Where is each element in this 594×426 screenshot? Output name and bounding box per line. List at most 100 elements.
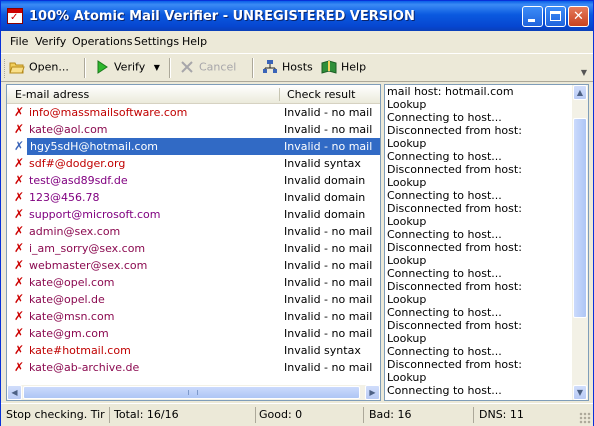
status-message: Stop checking. Tir xyxy=(3,407,110,423)
status-bar: Stop checking. Tir Total: 16/16 Good: 0 … xyxy=(1,403,593,426)
status-bad: Bad: 16 xyxy=(366,407,474,423)
horizontal-scrollbar[interactable]: ◀ ▶ xyxy=(7,385,380,400)
table-row[interactable]: ✗ kate@msn.com Invalid - no mail xyxy=(7,308,380,325)
result-cell: Invalid - no mail xyxy=(284,310,373,323)
status-total: Total: 16/16 xyxy=(111,407,256,423)
invalid-x-icon: ✗ xyxy=(14,156,25,170)
result-cell: Invalid - no mail xyxy=(284,140,373,153)
log-line: Connecting to host... xyxy=(387,267,502,280)
log-line: Lookup xyxy=(387,176,427,189)
hosts-label: Hosts xyxy=(282,60,313,74)
email-cell: kate@opel.com xyxy=(29,276,115,289)
column-email[interactable]: E-mail adress xyxy=(15,88,89,101)
table-row[interactable]: ✗ i_am_sorry@sex.com Invalid - no mail xyxy=(7,240,380,257)
log-line: Lookup xyxy=(387,293,427,306)
email-cell: test@asd89sdf.de xyxy=(29,174,128,187)
email-cell: kate#hotmail.com xyxy=(29,344,131,357)
invalid-x-icon: ✗ xyxy=(14,258,25,272)
log-line: Connecting to host... xyxy=(387,384,502,397)
table-row[interactable]: ✗ info@massmailsoftware.com Invalid - no m… xyxy=(7,104,380,121)
open-button[interactable]: Open... xyxy=(9,59,69,77)
close-button[interactable]: ✕ xyxy=(568,6,589,27)
vertical-scroll-thumb[interactable] xyxy=(573,118,587,318)
table-row[interactable]: ✗ support@microsoft.com Invalid domain xyxy=(7,206,380,223)
result-cell: Invalid syntax xyxy=(284,344,361,357)
table-row[interactable]: ✗ kate#hotmail.com Invalid syntax xyxy=(7,342,380,359)
result-cell: Invalid - no mail xyxy=(284,276,373,289)
menu-help[interactable]: Help xyxy=(182,35,207,48)
maximize-button[interactable] xyxy=(545,6,566,27)
network-hosts-icon xyxy=(262,59,278,75)
table-row[interactable]: ✗ test@asd89sdf.de Invalid domain xyxy=(7,172,380,189)
log-line: Disconnected from host: xyxy=(387,358,522,371)
log-line: Connecting to host... xyxy=(387,150,502,163)
open-label: Open... xyxy=(29,60,69,74)
app-icon[interactable]: ✓ xyxy=(7,8,23,24)
table-row[interactable]: ✗ webmaster@sex.com Invalid - no mail xyxy=(7,257,380,274)
result-cell: Invalid domain xyxy=(284,174,366,187)
log-lines: mail host: hotmail.com Lookup Connecting… xyxy=(387,85,572,397)
horizontal-scroll-thumb[interactable] xyxy=(23,386,360,399)
log-line: Connecting to host... xyxy=(387,306,502,319)
log-line: Connecting to host... xyxy=(387,228,502,241)
column-check-result[interactable]: Check result xyxy=(287,88,355,101)
log-line: Lookup xyxy=(387,254,427,267)
toolbar: Open... Verify ▼ Cancel Hosts Help ▼ xyxy=(1,53,593,82)
title-bar[interactable]: ✓ 100% Atomic Mail Verifier - UNREGISTER… xyxy=(1,1,593,31)
table-row[interactable]: ✗ kate@opel.com Invalid - no mail xyxy=(7,274,380,291)
scroll-down-button[interactable]: ▼ xyxy=(573,385,587,400)
maximize-icon xyxy=(550,11,561,21)
log-panel[interactable]: mail host: hotmail.com Lookup Connecting… xyxy=(384,84,589,401)
scroll-up-button[interactable]: ▲ xyxy=(573,85,587,100)
table-row[interactable]: ✗ kate@aol.com Invalid - no mail xyxy=(7,121,380,138)
invalid-x-icon: ✗ xyxy=(14,122,25,136)
email-cell: sdf#@dodger.org xyxy=(29,157,126,170)
vertical-scrollbar[interactable]: ▲ ▼ xyxy=(572,85,588,400)
menu-operations[interactable]: Operations xyxy=(72,35,132,48)
toolbar-separator xyxy=(84,58,86,78)
toolbar-grip[interactable] xyxy=(4,59,8,78)
log-line: Lookup xyxy=(387,215,427,228)
invalid-x-icon: ✗ xyxy=(14,343,25,357)
cancel-button[interactable]: Cancel xyxy=(179,59,236,77)
table-row[interactable]: ✗ kate@ab-archive.de Invalid - no mail xyxy=(7,359,380,376)
invalid-x-icon: ✗ xyxy=(14,309,25,323)
log-line: Lookup xyxy=(387,332,427,345)
table-row[interactable]: ✗ sdf#@dodger.org Invalid syntax xyxy=(7,155,380,172)
table-row[interactable]: ✗ kate@gm.com Invalid - no mail xyxy=(7,325,380,342)
invalid-x-icon: ✗ xyxy=(14,173,25,187)
scroll-right-button[interactable]: ▶ xyxy=(365,385,380,400)
table-row[interactable]: ✗ admin@sex.com Invalid - no mail xyxy=(7,223,380,240)
toolbar-chevron-icon[interactable]: ▼ xyxy=(581,68,587,77)
result-cell: Invalid - no mail xyxy=(284,361,373,374)
log-line: Connecting to host... xyxy=(387,189,502,202)
dropdown-arrow-icon[interactable]: ▼ xyxy=(154,63,160,72)
log-line: Connecting to host... xyxy=(387,111,502,124)
column-divider[interactable] xyxy=(279,88,280,101)
verify-button[interactable]: Verify ▼ xyxy=(94,59,160,77)
email-rows: ✗ info@massmailsoftware.com Invalid - no m… xyxy=(7,104,380,385)
menu-verify[interactable]: Verify xyxy=(35,35,66,48)
email-cell: kate@ab-archive.de xyxy=(29,361,140,374)
table-row[interactable]: ✗ kate@opel.de Invalid - no mail xyxy=(7,291,380,308)
result-cell: Invalid - no mail xyxy=(284,293,373,306)
minimize-button[interactable] xyxy=(522,6,543,27)
log-line: Connecting to host... xyxy=(387,345,502,358)
table-row-selected[interactable]: ✗ hgy5sdH@hotmail.com Invalid - no mail xyxy=(7,138,380,155)
result-cell: Invalid - no mail xyxy=(284,225,373,238)
scroll-left-button[interactable]: ◀ xyxy=(7,385,22,400)
result-cell: Invalid domain xyxy=(284,208,366,221)
invalid-x-icon: ✗ xyxy=(14,360,25,374)
result-cell: Invalid - no mail xyxy=(284,327,373,340)
email-cell: support@microsoft.com xyxy=(29,208,161,221)
menu-file[interactable]: File xyxy=(10,35,28,48)
hosts-button[interactable]: Hosts xyxy=(262,59,313,77)
open-folder-icon xyxy=(9,59,25,75)
log-line: Disconnected from host: xyxy=(387,319,522,332)
menu-settings[interactable]: Settings xyxy=(134,35,179,48)
resize-grip-icon[interactable] xyxy=(579,412,591,424)
email-list-panel[interactable]: E-mail adress Check result ✗ info@massmai… xyxy=(6,84,381,401)
invalid-x-icon: ✗ xyxy=(14,207,25,221)
help-button[interactable]: Help xyxy=(321,59,366,77)
table-row[interactable]: ✗ 123@456.78 Invalid domain xyxy=(7,189,380,206)
